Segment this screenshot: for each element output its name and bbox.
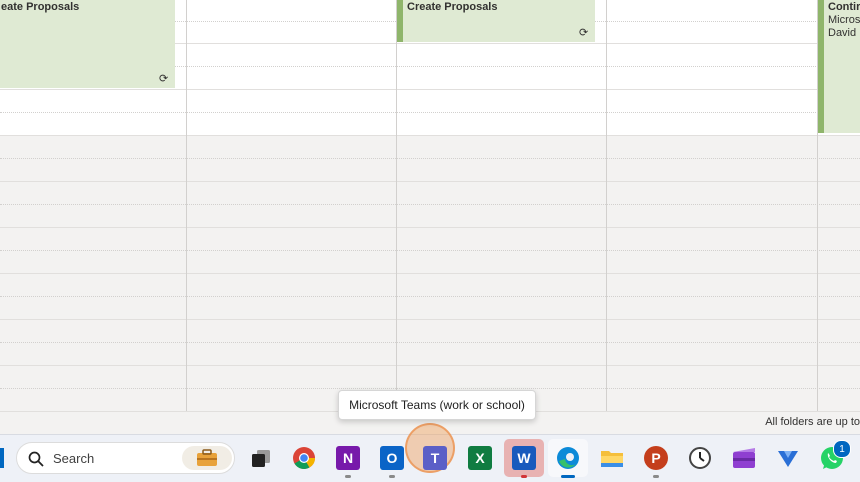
search-highlight <box>182 446 232 470</box>
hour-line <box>0 319 860 320</box>
start-icon[interactable] <box>0 448 4 468</box>
half-hour-line <box>0 112 860 113</box>
edge-icon[interactable] <box>553 443 583 473</box>
powerpoint-letter: P <box>644 446 668 470</box>
teams-icon[interactable]: T <box>420 443 450 473</box>
event-organizer: David <box>828 27 857 39</box>
recurring-icon: ⟳ <box>159 73 169 85</box>
hour-line <box>0 227 860 228</box>
clipchamp-icon[interactable] <box>729 443 759 473</box>
running-indicator <box>389 475 395 478</box>
search-icon <box>28 451 44 467</box>
hour-line <box>0 181 860 182</box>
running-indicator <box>653 475 659 478</box>
taskbar-tooltip: Microsoft Teams (work or school) <box>338 390 536 420</box>
briefcase-icon <box>197 449 217 466</box>
half-hour-line <box>0 250 860 251</box>
clock-icon[interactable] <box>685 443 715 473</box>
powerpoint-icon[interactable]: P <box>641 443 671 473</box>
onenote-letter: N <box>336 446 360 470</box>
word-icon[interactable]: W <box>509 443 539 473</box>
task-view-icon[interactable] <box>246 443 276 473</box>
taskbar: Search N O T X W P <box>0 423 860 482</box>
event-location: Micros <box>828 14 860 26</box>
hour-line <box>0 365 860 366</box>
viva-icon[interactable] <box>773 443 803 473</box>
recurring-icon: ⟳ <box>579 27 589 39</box>
hour-line <box>0 273 860 274</box>
taskbar-search[interactable]: Search <box>16 442 235 474</box>
event-title: Contir <box>828 1 860 13</box>
onenote-icon[interactable]: N <box>333 443 363 473</box>
sync-status-text: All folders are up to <box>765 416 860 428</box>
calendar-grid[interactable]: eate Proposals ⟳ Create Proposals ⟳ Cont… <box>0 0 860 411</box>
event-title: Create Proposals <box>407 1 498 13</box>
active-indicator <box>561 475 575 478</box>
calendar-event[interactable]: Create Proposals ⟳ <box>397 0 595 42</box>
teams-letter: T <box>423 446 447 470</box>
half-hour-line <box>0 204 860 205</box>
hour-line <box>0 135 860 136</box>
day-column-divider <box>396 0 397 411</box>
tooltip-text: Microsoft Teams (work or school) <box>349 398 525 412</box>
excel-letter: X <box>468 446 492 470</box>
chrome-icon[interactable] <box>289 443 319 473</box>
excel-icon[interactable]: X <box>465 443 495 473</box>
outlook-letter: O <box>380 446 404 470</box>
running-indicator <box>521 475 527 478</box>
calendar-event[interactable]: eate Proposals ⟳ <box>0 0 175 88</box>
half-hour-line <box>0 342 860 343</box>
hour-line <box>0 89 860 90</box>
word-letter: W <box>512 446 536 470</box>
half-hour-line <box>0 158 860 159</box>
file-explorer-icon[interactable] <box>597 443 627 473</box>
half-hour-line <box>0 388 860 389</box>
search-placeholder: Search <box>53 451 95 466</box>
half-hour-line <box>0 296 860 297</box>
calendar-event[interactable]: Contir Micros David <box>818 0 860 133</box>
day-column-divider <box>186 0 187 411</box>
outlook-icon[interactable]: O <box>377 443 407 473</box>
notification-badge: 1 <box>833 440 851 458</box>
day-column-divider <box>606 0 607 411</box>
running-indicator <box>345 475 351 478</box>
event-title: eate Proposals <box>1 1 80 13</box>
